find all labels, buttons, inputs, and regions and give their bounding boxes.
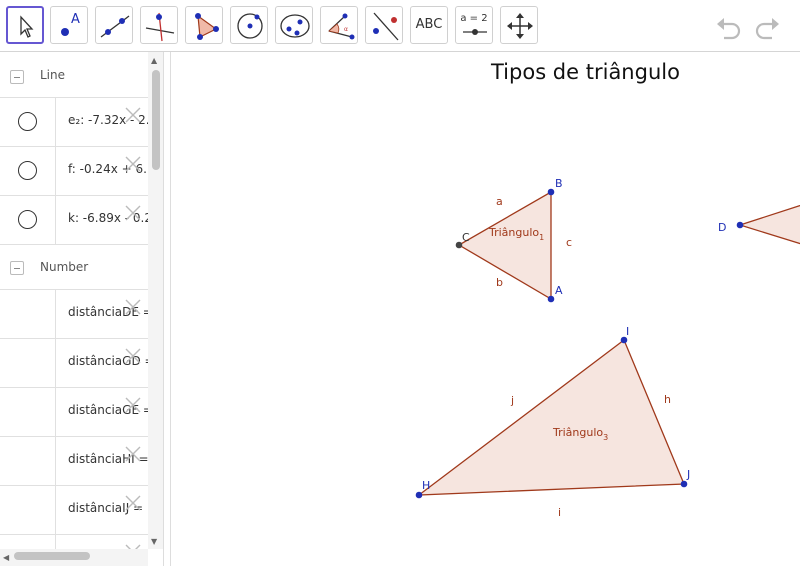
point-label-h: H [422,479,430,492]
polygon-icon [195,13,219,40]
triangle-3[interactable] [416,338,685,496]
point-label-d: D [718,221,726,234]
point-h[interactable] [415,491,423,499]
redo-icon[interactable] [752,12,782,40]
collapse-icon[interactable] [10,70,24,84]
close-icon[interactable] [124,204,142,222]
move-graphics-tool-button[interactable] [500,6,538,44]
side-label-i: i [558,506,561,519]
circle-tool-button[interactable] [230,6,268,44]
horizontal-scroll-thumb[interactable] [14,552,90,560]
point-label-j: J [686,468,690,481]
algebra-item-distance-de[interactable]: distânciaDE = [0,290,148,339]
line-tool-button[interactable] [95,6,133,44]
visibility-toggle[interactable] [18,112,37,131]
section-header-line[interactable]: Line [0,52,148,98]
text-tool-button[interactable]: ABC [410,6,448,44]
ellipse-icon [280,14,310,38]
point-b[interactable] [547,188,555,196]
visibility-toggle[interactable] [18,161,37,180]
circle-center-point-icon [237,13,263,39]
angle-tool-button[interactable]: α [320,6,358,44]
scroll-left-arrow-icon[interactable]: ◀ [3,553,9,562]
point-label-i: I [626,325,629,338]
side-label-h: h [664,393,671,406]
svg-text:α: α [344,26,348,33]
point-d[interactable] [736,221,744,229]
visibility-toggle[interactable] [18,210,37,229]
reflect-line-icon [373,12,399,41]
point-label-b: B [555,177,563,190]
angle-icon: α [328,13,355,40]
side-label-b: b [496,276,503,289]
move-tool-button[interactable] [6,6,44,44]
triangle-1[interactable] [457,190,552,301]
point-j[interactable] [680,480,688,488]
close-icon[interactable] [124,494,142,512]
algebra-item-distance-hi[interactable]: distânciaHI = [0,437,148,486]
point-label-a: A [555,284,563,297]
section-header-label: Number [40,260,89,274]
scroll-up-arrow-icon[interactable]: ▲ [151,56,157,65]
close-icon[interactable] [124,298,142,316]
section-header-number[interactable]: Number [0,245,148,290]
perpendicular-line-icon [145,12,175,42]
close-icon[interactable] [124,347,142,365]
text-tool-label: ABC [415,17,443,32]
point-a[interactable] [547,295,555,303]
algebra-item-k[interactable]: k: -6.89x - 0.2 [0,196,148,245]
move-arrows-icon [507,13,533,39]
point-icon [61,28,69,36]
close-icon[interactable] [124,396,142,414]
cursor-arrow-icon [20,15,34,38]
geometry-canvas[interactable]: A B C D H I J a b c h i j Triângulo1 Tri… [171,52,800,566]
algebra-item-distance-gd[interactable]: distânciaGD = [0,339,148,388]
algebra-item-f[interactable]: f: -0.24x + 6. [0,147,148,196]
collapse-icon[interactable] [10,261,24,275]
graphics-view[interactable]: Tipos de triângulo A B C D H I J a b c h… [171,52,800,566]
toolbar: A α ABC a = 2 [0,0,800,52]
slider-icon [463,29,487,35]
point-label-c: C [462,231,470,244]
undo-icon[interactable] [714,12,744,40]
line-through-points-icon [100,15,130,38]
vertical-scroll-thumb[interactable] [152,70,160,170]
close-icon[interactable] [124,445,142,463]
slider-tool-button[interactable]: a = 2 [455,6,493,44]
ellipse-tool-button[interactable] [275,6,313,44]
reflect-tool-button[interactable] [365,6,403,44]
polygon-tool-button[interactable] [185,6,223,44]
algebra-item-distance-ij[interactable]: distânciaIJ = [0,486,148,535]
perpendicular-line-tool-button[interactable] [140,6,178,44]
algebra-item-distance-ge[interactable]: distânciaGE = [0,388,148,437]
close-icon[interactable] [124,106,142,124]
algebra-item-e2[interactable]: e₂: -7.32x - 2. [0,98,148,147]
close-icon[interactable] [124,155,142,173]
scroll-down-arrow-icon[interactable]: ▼ [151,537,157,546]
point-tool-button[interactable]: A [50,6,88,44]
algebra-view: Line e₂: -7.32x - 2. f: -0.24x + 6. k: -… [0,52,163,566]
side-label-c: c [566,236,572,249]
view-divider[interactable] [163,52,171,566]
side-label-a: a [496,195,503,208]
section-header-label: Line [40,68,66,82]
triangle-partial[interactable] [737,202,800,247]
side-label-j: j [510,394,514,407]
point-tool-label: A [71,12,80,27]
